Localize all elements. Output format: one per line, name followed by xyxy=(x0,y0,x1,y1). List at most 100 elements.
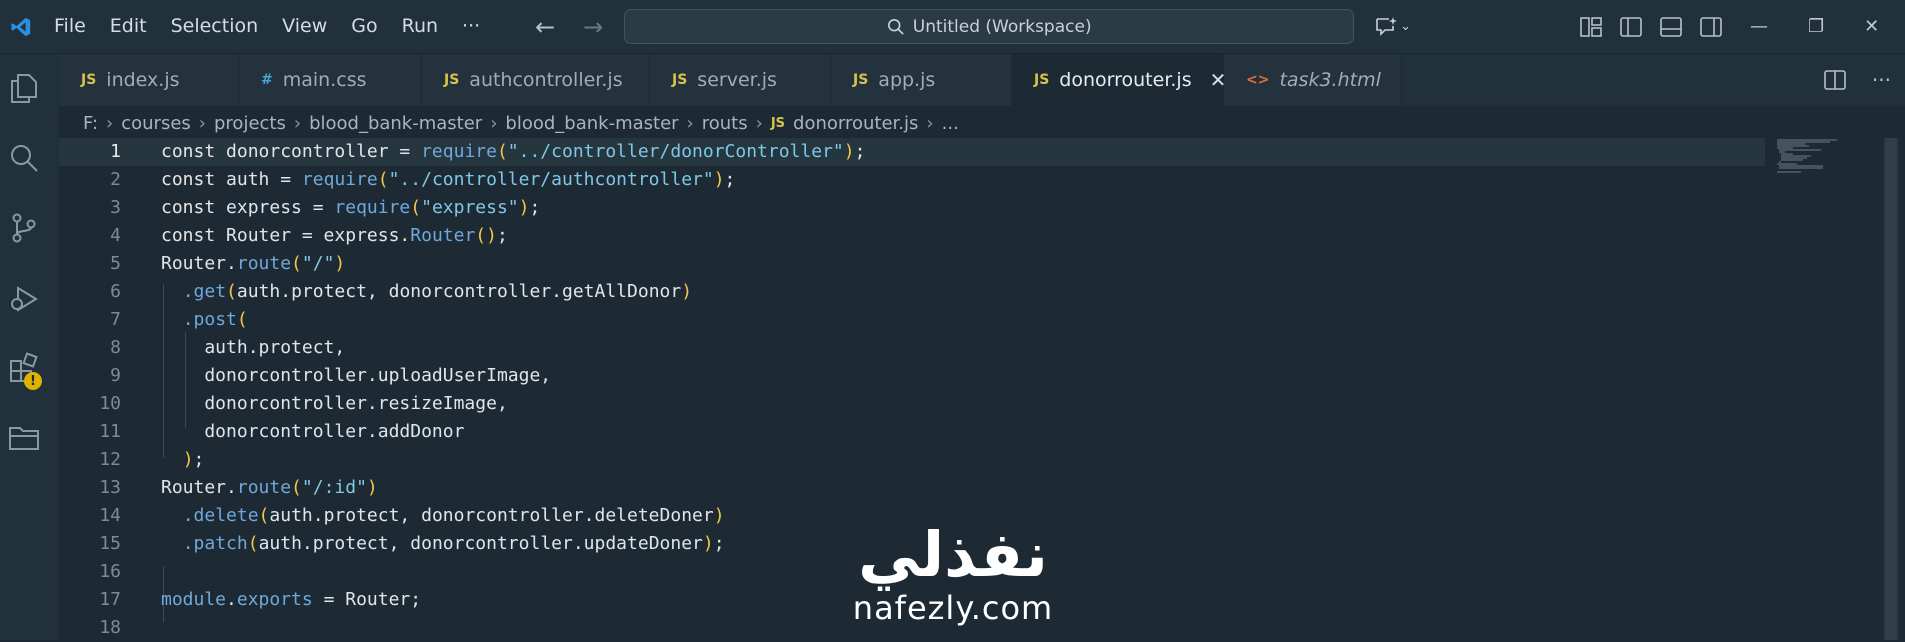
chevron-right-icon: › xyxy=(686,112,694,134)
command-center-search[interactable]: Untitled (Workspace) xyxy=(624,9,1355,44)
code-line[interactable]: 9 donorcontroller.uploadUserImage, xyxy=(59,362,1759,390)
line-number: 16 xyxy=(99,561,121,582)
vertical-scrollbar-thumb[interactable] xyxy=(1885,138,1897,640)
folder-icon[interactable] xyxy=(0,416,47,460)
toggle-primary-sidebar-icon[interactable] xyxy=(1620,16,1642,37)
close-window-icon[interactable]: ✕ xyxy=(1864,16,1879,37)
breadcrumb-item[interactable]: routs xyxy=(702,113,748,134)
js-file-icon: JS xyxy=(81,72,97,88)
editor-actions: ··· xyxy=(1824,54,1891,106)
line-number: 11 xyxy=(99,421,121,442)
line-number: 18 xyxy=(99,617,121,638)
js-file-icon: JS xyxy=(1034,72,1050,88)
layout-controls xyxy=(1580,0,1722,53)
workspace-title: Untitled (Workspace) xyxy=(912,16,1092,37)
line-content: Router.route("/") xyxy=(161,253,346,274)
js-file-icon: JS xyxy=(770,115,786,131)
chevron-right-icon: › xyxy=(490,112,498,134)
line-content: const donorcontroller = require("../cont… xyxy=(161,141,866,162)
restore-icon[interactable]: ❐ xyxy=(1808,16,1824,37)
breadcrumb-item[interactable]: F: xyxy=(83,113,98,134)
activity-bar: ! xyxy=(0,54,59,640)
breadcrumb-item[interactable]: blood_bank-master xyxy=(309,113,482,134)
split-editor-icon[interactable] xyxy=(1824,70,1846,90)
code-line[interactable]: 12 ); xyxy=(59,446,1759,474)
explorer-icon[interactable] xyxy=(0,66,47,110)
line-content: const Router = express.Router(); xyxy=(161,225,508,246)
breadcrumb-item[interactable]: projects xyxy=(214,113,286,134)
menu-run[interactable]: Run xyxy=(390,0,450,53)
breadcrumb-symbols[interactable]: ... xyxy=(942,113,959,134)
code-line[interactable]: 13 Router.route("/:id") xyxy=(59,474,1759,502)
customize-layout-icon[interactable] xyxy=(1580,16,1602,37)
chevron-right-icon: › xyxy=(198,112,206,134)
line-number: 10 xyxy=(99,393,121,414)
code-line[interactable]: 11 donorcontroller.addDonor xyxy=(59,418,1759,446)
tab-server-js[interactable]: JS server.js xyxy=(650,54,831,106)
navigation-arrows: ← → xyxy=(530,12,608,42)
line-content: .patch(auth.protect, donorcontroller.upd… xyxy=(182,533,725,554)
menu-file[interactable]: File xyxy=(42,0,98,53)
tab-app-js[interactable]: JS app.js xyxy=(831,54,1012,106)
menu-selection[interactable]: Selection xyxy=(159,0,271,53)
code-line[interactable]: 2 const auth = require("../controller/aut… xyxy=(59,166,1759,194)
html-file-icon: <> xyxy=(1246,72,1270,88)
tab-label: server.js xyxy=(697,69,777,91)
line-number: 17 xyxy=(99,589,121,610)
menu-more[interactable]: ··· xyxy=(450,0,492,53)
tab-index-js[interactable]: JS index.js xyxy=(59,54,239,106)
line-number: 15 xyxy=(99,533,121,554)
line-number: 13 xyxy=(99,477,121,498)
tab-donorrouter-js[interactable]: JS donorrouter.js ✕ xyxy=(1012,54,1226,106)
watermark: نفذلي nafezly.com xyxy=(838,520,1068,627)
breadcrumb-file[interactable]: donorrouter.js xyxy=(793,113,918,134)
breadcrumb-item[interactable]: blood_bank-master xyxy=(505,113,678,134)
line-content: donorcontroller.uploadUserImage, xyxy=(161,365,552,386)
tab-label: main.css xyxy=(282,69,367,91)
toggle-secondary-sidebar-icon[interactable] xyxy=(1700,16,1722,37)
watermark-latin: nafezly.com xyxy=(852,589,1054,627)
code-line[interactable]: 6 .get(auth.protect, donorcontroller.get… xyxy=(59,278,1759,306)
tab-task3-html[interactable]: <> task3.html xyxy=(1224,54,1402,106)
tab-main-css[interactable]: # main.css xyxy=(239,54,422,106)
forward-arrow-icon[interactable]: → xyxy=(578,12,608,42)
minimize-icon[interactable]: — xyxy=(1750,16,1768,37)
source-control-icon[interactable] xyxy=(0,206,47,250)
window-controls: — ❐ ✕ xyxy=(1750,0,1879,53)
line-content: donorcontroller.addDonor xyxy=(161,421,465,442)
line-number: 8 xyxy=(110,337,121,358)
code-line[interactable]: 8 auth.protect, xyxy=(59,334,1759,362)
back-arrow-icon[interactable]: ← xyxy=(530,12,560,42)
tab-label: app.js xyxy=(878,69,936,91)
menu-edit[interactable]: Edit xyxy=(98,0,159,53)
line-number: 14 xyxy=(99,505,121,526)
line-number: 9 xyxy=(110,365,121,386)
code-line[interactable]: 1 const donorcontroller = require("../con… xyxy=(59,138,1765,166)
code-line[interactable]: 7 .post( xyxy=(59,306,1759,334)
chevron-right-icon: › xyxy=(926,112,934,134)
vscode-logo-icon[interactable] xyxy=(0,0,42,53)
extensions-icon[interactable]: ! xyxy=(0,346,47,390)
tab-label: authcontroller.js xyxy=(469,69,623,91)
breadcrumb-item[interactable]: courses xyxy=(121,113,191,134)
menu-go[interactable]: Go xyxy=(339,0,389,53)
code-line[interactable]: 10 donorcontroller.resizeImage, xyxy=(59,390,1759,418)
minimap[interactable] xyxy=(1775,138,1845,178)
tab-authcontroller-js[interactable]: JS authcontroller.js xyxy=(422,54,650,106)
toggle-panel-icon[interactable] xyxy=(1660,16,1682,37)
menu-view[interactable]: View xyxy=(270,0,339,53)
more-actions-icon[interactable]: ··· xyxy=(1872,68,1891,92)
search-icon[interactable] xyxy=(0,136,47,180)
line-number: 3 xyxy=(110,197,121,218)
run-and-debug-icon[interactable] xyxy=(0,276,47,320)
copilot-chat-button[interactable]: ⌄ xyxy=(1374,16,1411,38)
line-number: 6 xyxy=(110,281,121,302)
code-line[interactable]: 3 const express = require("express"); xyxy=(59,194,1759,222)
tab-label: index.js xyxy=(106,69,180,91)
code-line[interactable]: 4 const Router = express.Router(); xyxy=(59,222,1759,250)
line-content: module.exports = Router; xyxy=(161,589,422,610)
chevron-right-icon: › xyxy=(293,112,302,134)
tab-label: donorrouter.js xyxy=(1059,69,1192,91)
code-line[interactable]: 5 Router.route("/") xyxy=(59,250,1759,278)
line-number: 4 xyxy=(110,225,121,246)
